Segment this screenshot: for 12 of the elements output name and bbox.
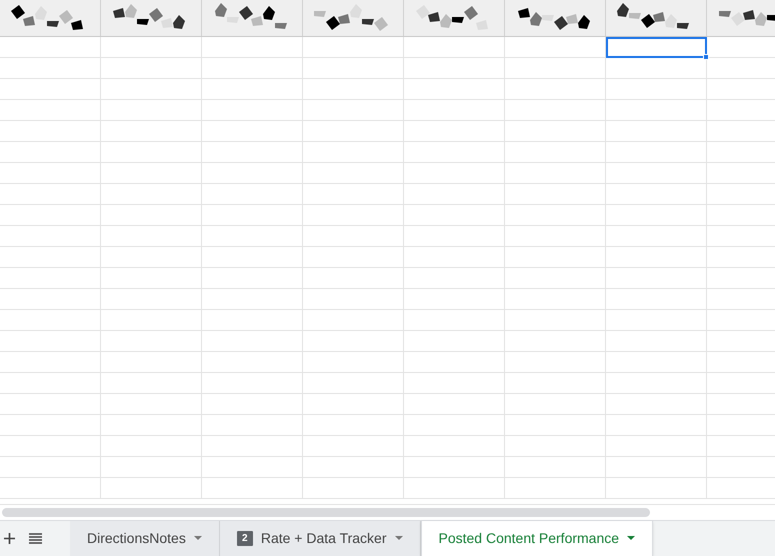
table-cell[interactable] xyxy=(606,37,707,58)
fill-handle[interactable] xyxy=(703,54,709,60)
sheet-tab[interactable]: 2 Rate + Data Tracker xyxy=(220,521,420,556)
caret-icon[interactable] xyxy=(627,536,636,541)
all-sheets-menu-icon[interactable] xyxy=(29,533,42,544)
sheet-tab[interactable]: Posted Content Performance xyxy=(420,521,654,556)
comment-count-badge: 2 xyxy=(236,531,253,546)
caret-icon[interactable] xyxy=(394,536,402,541)
horizontal-scrollbar[interactable] xyxy=(2,508,650,517)
add-sheet-icon[interactable] xyxy=(4,533,15,544)
caret-icon[interactable] xyxy=(194,536,202,541)
sheet-tab[interactable]: DirectionsNotes xyxy=(70,521,220,556)
